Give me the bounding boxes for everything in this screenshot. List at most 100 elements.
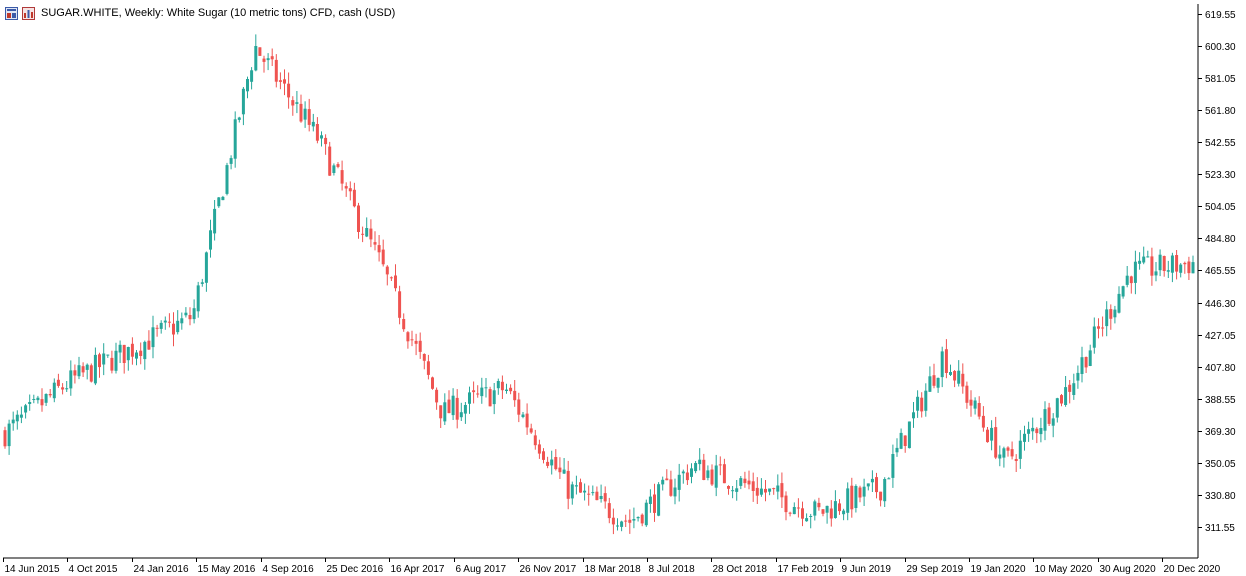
candle bbox=[73, 364, 77, 384]
candle bbox=[866, 483, 870, 491]
candle bbox=[751, 472, 755, 502]
candle bbox=[550, 450, 554, 475]
candle bbox=[755, 477, 759, 504]
candle bbox=[1088, 344, 1092, 367]
candle bbox=[246, 76, 249, 99]
candle-body bbox=[895, 447, 899, 453]
candle bbox=[854, 484, 858, 513]
candle-body bbox=[159, 322, 163, 329]
candle bbox=[167, 313, 171, 328]
candle-body bbox=[73, 370, 77, 376]
candle-body bbox=[381, 249, 385, 265]
candle-body bbox=[352, 189, 356, 207]
candle bbox=[611, 508, 615, 535]
candle bbox=[542, 448, 545, 464]
candle bbox=[394, 264, 397, 292]
candle-body bbox=[1027, 429, 1031, 434]
candle bbox=[1105, 301, 1109, 337]
candle bbox=[731, 486, 735, 499]
candle bbox=[352, 182, 356, 208]
candle bbox=[447, 390, 451, 414]
chart-container[interactable]: SUGAR.WHITE, Weekly: White Sugar (10 met… bbox=[0, 0, 1246, 576]
candle-body bbox=[389, 277, 393, 279]
candle-body bbox=[1031, 427, 1035, 432]
candle bbox=[1166, 260, 1170, 278]
candle bbox=[965, 381, 969, 409]
candle bbox=[788, 511, 792, 517]
candle-body bbox=[184, 312, 188, 316]
candle-body bbox=[180, 318, 184, 324]
candle bbox=[858, 485, 862, 503]
candle bbox=[463, 402, 467, 424]
candle bbox=[15, 410, 19, 430]
candle-body bbox=[751, 481, 755, 491]
candle bbox=[636, 516, 640, 522]
candle bbox=[768, 488, 772, 496]
candle-body bbox=[24, 405, 28, 413]
candle bbox=[283, 69, 286, 96]
candle bbox=[213, 200, 217, 241]
candle bbox=[953, 370, 957, 388]
candle bbox=[916, 390, 920, 418]
candle-body bbox=[1121, 286, 1125, 297]
candle-body bbox=[916, 396, 920, 411]
candle bbox=[114, 342, 118, 374]
candle bbox=[562, 458, 566, 474]
candle bbox=[377, 235, 381, 262]
candle bbox=[537, 439, 541, 459]
candle-body bbox=[266, 58, 270, 61]
candle-body bbox=[1018, 440, 1022, 459]
candle bbox=[196, 281, 200, 318]
candle bbox=[426, 354, 430, 380]
candle-body bbox=[558, 467, 562, 473]
candle-body bbox=[36, 397, 40, 401]
candle bbox=[1187, 256, 1191, 280]
candle bbox=[1175, 250, 1179, 280]
candlestick-chart[interactable]: 619.55 600.30 581.05 561.80 542.55 523.30 504.… bbox=[0, 0, 1246, 576]
candle-body bbox=[533, 435, 537, 446]
candle bbox=[821, 509, 825, 517]
candle bbox=[155, 324, 159, 337]
x-tick-label: 10 May 2020 bbox=[1035, 564, 1093, 575]
candle bbox=[681, 469, 685, 484]
candle-body bbox=[287, 83, 291, 98]
candle bbox=[455, 389, 459, 429]
candle bbox=[1179, 263, 1183, 278]
candle bbox=[509, 384, 513, 395]
candle-body bbox=[435, 389, 439, 403]
candle-body bbox=[48, 394, 52, 396]
candle bbox=[829, 500, 833, 527]
candle bbox=[603, 486, 607, 509]
candle bbox=[928, 366, 932, 392]
candle bbox=[373, 231, 377, 251]
candle bbox=[291, 96, 295, 116]
candle bbox=[48, 389, 52, 398]
candle bbox=[801, 501, 804, 527]
candle bbox=[365, 217, 369, 238]
x-tick-label: 28 Oct 2018 bbox=[713, 564, 768, 575]
candle-body bbox=[484, 387, 488, 389]
candle bbox=[1002, 446, 1006, 468]
y-tick-label: 330.80 bbox=[1205, 491, 1236, 502]
candle bbox=[274, 54, 278, 88]
candle-body bbox=[529, 428, 533, 433]
candle-body bbox=[579, 482, 582, 493]
candle-body bbox=[714, 465, 718, 488]
candle bbox=[410, 330, 414, 347]
candle bbox=[398, 285, 402, 325]
candle bbox=[229, 155, 233, 170]
candle bbox=[727, 485, 730, 495]
candle-body bbox=[1047, 407, 1051, 424]
candle-body bbox=[237, 117, 241, 120]
candle bbox=[139, 342, 143, 365]
candle-body bbox=[3, 430, 7, 447]
candle-body bbox=[135, 352, 138, 359]
candle-body bbox=[1084, 357, 1088, 368]
candle bbox=[525, 403, 529, 435]
candle bbox=[944, 339, 948, 379]
candle-body bbox=[509, 387, 513, 392]
candle bbox=[648, 489, 652, 513]
candle-body bbox=[862, 486, 866, 497]
y-tick-label: 484.80 bbox=[1205, 234, 1236, 245]
candle bbox=[690, 463, 693, 484]
